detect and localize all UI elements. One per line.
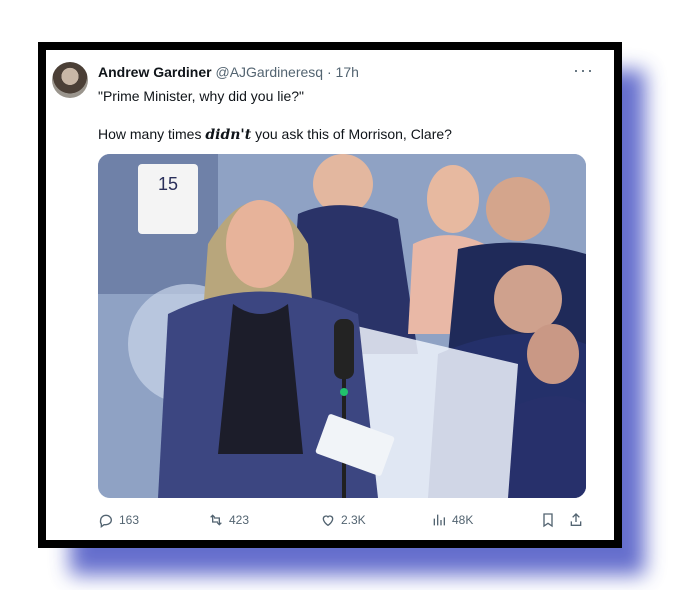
bookmark-icon [543,513,553,528]
views-count: 48K [452,513,474,527]
heart-icon [322,515,334,527]
photo-illustration: 15 [98,154,586,498]
avatar[interactable] [52,62,88,98]
author-name[interactable]: Andrew Gardiner [98,64,212,80]
separator-dot: · [326,64,332,80]
action-bar: 163 423 2.3K 48K [98,512,586,532]
tweet-text-line2: How many times didn't you ask this of Mo… [98,126,452,143]
reply-icon [99,514,112,528]
share-button[interactable] [568,512,584,528]
share-icon [570,513,582,526]
reply-button[interactable]: 163 [98,512,139,528]
tweet-card: Andrew Gardiner @AJGardineresq · 17h ···… [46,50,614,540]
tweet-frame: Andrew Gardiner @AJGardineresq · 17h ···… [38,42,622,548]
tweet-text-post: you ask this of Morrison, Clare? [251,126,452,142]
repost-icon [210,514,222,526]
reply-count: 163 [119,513,140,527]
bookmark-button[interactable] [540,512,556,528]
repost-count: 423 [229,513,250,527]
tweet-photo[interactable]: 15 [98,154,586,498]
more-options-icon[interactable]: ··· [573,60,594,81]
tweet-header: Andrew Gardiner @AJGardineresq · 17h [98,64,359,80]
like-count: 2.3K [341,513,366,527]
views-button[interactable]: 48K [431,512,473,528]
tweet-text-line1: "Prime Minister, why did you lie?" [98,88,305,104]
views-chart-icon [433,514,445,526]
tweet-text-pre: How many times [98,126,206,142]
timestamp[interactable]: 17h [336,64,359,80]
like-button[interactable]: 2.3K [320,512,366,528]
table-number: 15 [158,174,178,194]
tweet-text-emphasis: didn't [205,127,252,143]
author-handle[interactable]: @AJGardineresq [215,64,323,80]
repost-button[interactable]: 423 [208,512,249,528]
